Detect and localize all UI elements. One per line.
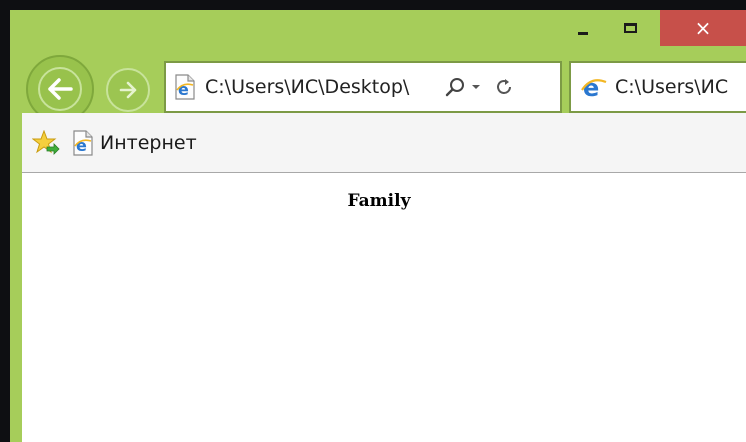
maximize-button[interactable] (607, 10, 653, 46)
minimize-icon (578, 31, 588, 35)
forward-button[interactable] (106, 68, 150, 112)
tab-label: C:\Users\ИС (615, 76, 729, 98)
page-heading: Family (22, 191, 746, 211)
svg-text:e: e (76, 136, 87, 155)
close-icon: × (694, 16, 712, 40)
ie-page-icon: e (175, 74, 195, 100)
refresh-icon[interactable] (495, 78, 513, 96)
page-heading-text: Family (347, 191, 411, 211)
address-text: C:\Users\ИС\Desktop\ (205, 76, 410, 98)
dropdown-icon[interactable] (471, 83, 481, 91)
close-button[interactable]: × (660, 10, 746, 46)
address-bar[interactable]: e C:\Users\ИС\Desktop\ (164, 61, 562, 113)
maximize-icon (623, 23, 637, 33)
favorites-bar: e Интернет (22, 113, 746, 173)
svg-text:e: e (178, 80, 189, 99)
favorites-star-icon[interactable] (32, 129, 60, 156)
favorites-item-label[interactable]: Интернет (100, 132, 197, 154)
browser-window: × e C:\Users\ИС\Desktop\ e C:\Users\ИС e… (10, 10, 746, 442)
page-content: Family (22, 173, 746, 442)
browser-tab[interactable]: e C:\Users\ИС (569, 61, 746, 113)
search-icon[interactable] (445, 77, 465, 97)
minimize-button[interactable] (560, 10, 606, 46)
back-arrow-icon (48, 78, 73, 100)
ie-logo-icon: e (581, 74, 607, 100)
forward-arrow-icon (119, 81, 137, 99)
ie-page-icon: e (73, 129, 93, 156)
